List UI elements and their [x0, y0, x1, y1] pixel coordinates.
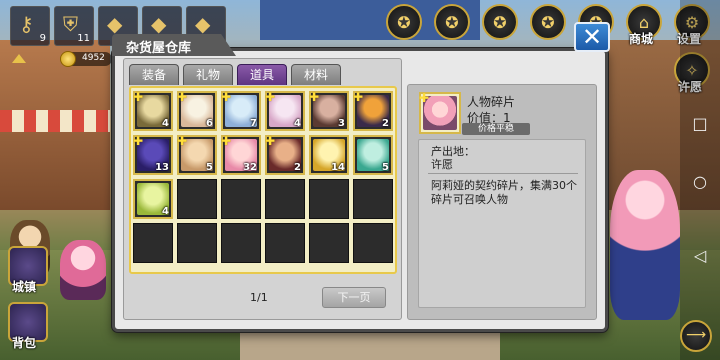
plus-badge-icon: ✚: [221, 134, 232, 148]
item-grid: ✚ 4 ✚ 6 ✚ 7 ✚ 4 ✚ 3 ✚ 2 ✚ 13 ✚ 5 ✚ 32 ✚ 2 14 5 4: [129, 86, 397, 274]
hud-slot-count: 11: [77, 33, 90, 44]
item-quantity: 4: [162, 206, 169, 217]
inventory-slot[interactable]: ✚ 13: [133, 134, 173, 175]
menu-icon: ✪: [541, 13, 555, 32]
expand-arrow-icon[interactable]: [12, 54, 26, 63]
plus-badge-icon: ✚: [265, 134, 276, 148]
plus-badge-icon: ✚: [177, 90, 188, 104]
menu-icon: ✪: [445, 13, 459, 32]
plus-badge-icon: ✚: [177, 134, 188, 148]
inventory-slot: [265, 223, 305, 263]
menu-icon: ✪: [397, 13, 411, 32]
dialog-title: 杂货屋仓库: [126, 41, 192, 56]
source-value: 许愿: [431, 158, 453, 171]
menu-button[interactable]: ✪: [482, 4, 518, 40]
plus-badge-icon: ✚: [309, 90, 320, 104]
tab-props[interactable]: 道具: [237, 64, 287, 85]
tab-equipment[interactable]: 装备: [129, 64, 179, 85]
coin-counter: 4952: [60, 51, 112, 67]
detail-item-name: 人物碎片: [467, 95, 516, 109]
item-quantity: 2: [382, 118, 389, 129]
inventory-slot: [221, 179, 261, 219]
plus-badge-icon: ✚: [353, 90, 364, 104]
inventory-slot[interactable]: 5: [353, 135, 393, 175]
back-icon[interactable]: ◁: [690, 246, 710, 266]
detail-item-thumbnail: ✚: [419, 91, 461, 134]
close-button[interactable]: ✕: [574, 22, 610, 52]
item-quantity: 4: [294, 118, 301, 129]
menu-button[interactable]: ✪: [434, 4, 470, 40]
menu-button[interactable]: ✪: [530, 4, 566, 40]
armor-icon: ⛨: [63, 12, 78, 36]
inventory-slot: [177, 223, 217, 263]
item-icon: ◆: [107, 12, 123, 36]
inventory-slot: [221, 223, 261, 263]
item-quantity: 5: [382, 162, 389, 173]
inventory-slot[interactable]: ✚ 2: [353, 90, 393, 131]
key-icon: ⚷: [19, 12, 34, 36]
home-icon[interactable]: ○: [690, 172, 710, 192]
plus-badge-icon: ✚: [419, 91, 430, 105]
inventory-slot[interactable]: ✚ 4: [265, 90, 305, 131]
item-quantity: 13: [155, 162, 169, 173]
item-quantity: 6: [206, 118, 213, 129]
inventory-slot[interactable]: ✚ 3: [309, 90, 349, 131]
arrow-icon: ⟶: [685, 327, 707, 343]
inventory-slot[interactable]: 4: [133, 179, 173, 219]
inventory-slot: [353, 179, 393, 219]
hud-slot-count: 9: [39, 33, 46, 44]
hud-slot-key[interactable]: ⚷ 9: [10, 6, 50, 46]
item-description: 阿莉娅的契约碎片，集满30个碎片可召唤人物: [431, 179, 577, 206]
menu-button[interactable]: ✪: [386, 4, 422, 40]
inventory-slot: [353, 223, 393, 263]
bag-label: 背包: [12, 336, 37, 350]
inventory-slot[interactable]: ✚ 7: [221, 90, 261, 131]
plus-badge-icon: ✚: [265, 90, 276, 104]
item-icon: ◆: [195, 12, 211, 36]
inventory-slot[interactable]: ✚ 6: [177, 90, 217, 131]
inventory-slot: [265, 179, 305, 219]
shop-label: 商城: [629, 32, 654, 46]
item-quantity: 2: [294, 162, 301, 173]
plus-badge-icon: ✚: [133, 90, 144, 104]
inventory-slot: [309, 223, 349, 263]
inventory-slot[interactable]: ✚ 5: [177, 134, 217, 175]
inventory-slot: [177, 179, 217, 219]
item-quantity: 32: [243, 162, 257, 173]
item-icon: ◆: [151, 12, 167, 36]
recent-apps-icon[interactable]: □: [690, 114, 710, 134]
detail-divider: [428, 173, 578, 174]
background-character: [60, 240, 106, 300]
item-quantity: 14: [331, 162, 345, 173]
hud-slot-armor[interactable]: ⛨ 11: [54, 6, 94, 46]
inventory-slot: [309, 179, 349, 219]
inventory-slot[interactable]: 14: [309, 135, 349, 175]
tab-gifts[interactable]: 礼物: [183, 64, 233, 85]
coin-icon: [60, 51, 76, 67]
joystick-button[interactable]: ⟶: [680, 320, 712, 352]
menu-icon: ✪: [493, 13, 507, 32]
plus-badge-icon: ✚: [133, 134, 144, 148]
background-character: [610, 170, 680, 320]
town-label: 城镇: [12, 280, 37, 294]
inventory-slot: [133, 223, 173, 263]
page-indicator: 1/1: [250, 291, 268, 304]
background-awning: [0, 110, 110, 132]
inventory-slot[interactable]: ✚ 4: [133, 90, 173, 131]
next-page-button[interactable]: 下一页: [322, 287, 386, 308]
plus-badge-icon: ✚: [221, 90, 232, 104]
item-quantity: 4: [162, 118, 169, 129]
inventory-slot[interactable]: ✚ 2: [265, 134, 305, 175]
item-quantity: 7: [250, 118, 257, 129]
item-quantity: 5: [206, 162, 213, 173]
close-icon: ✕: [581, 23, 603, 51]
coin-value: 4952: [82, 53, 105, 63]
item-quantity: 3: [338, 118, 345, 129]
price-status-badge: 价格平稳: [462, 123, 530, 135]
tab-materials[interactable]: 材料: [291, 64, 341, 85]
inventory-slot[interactable]: ✚ 32: [221, 134, 261, 175]
